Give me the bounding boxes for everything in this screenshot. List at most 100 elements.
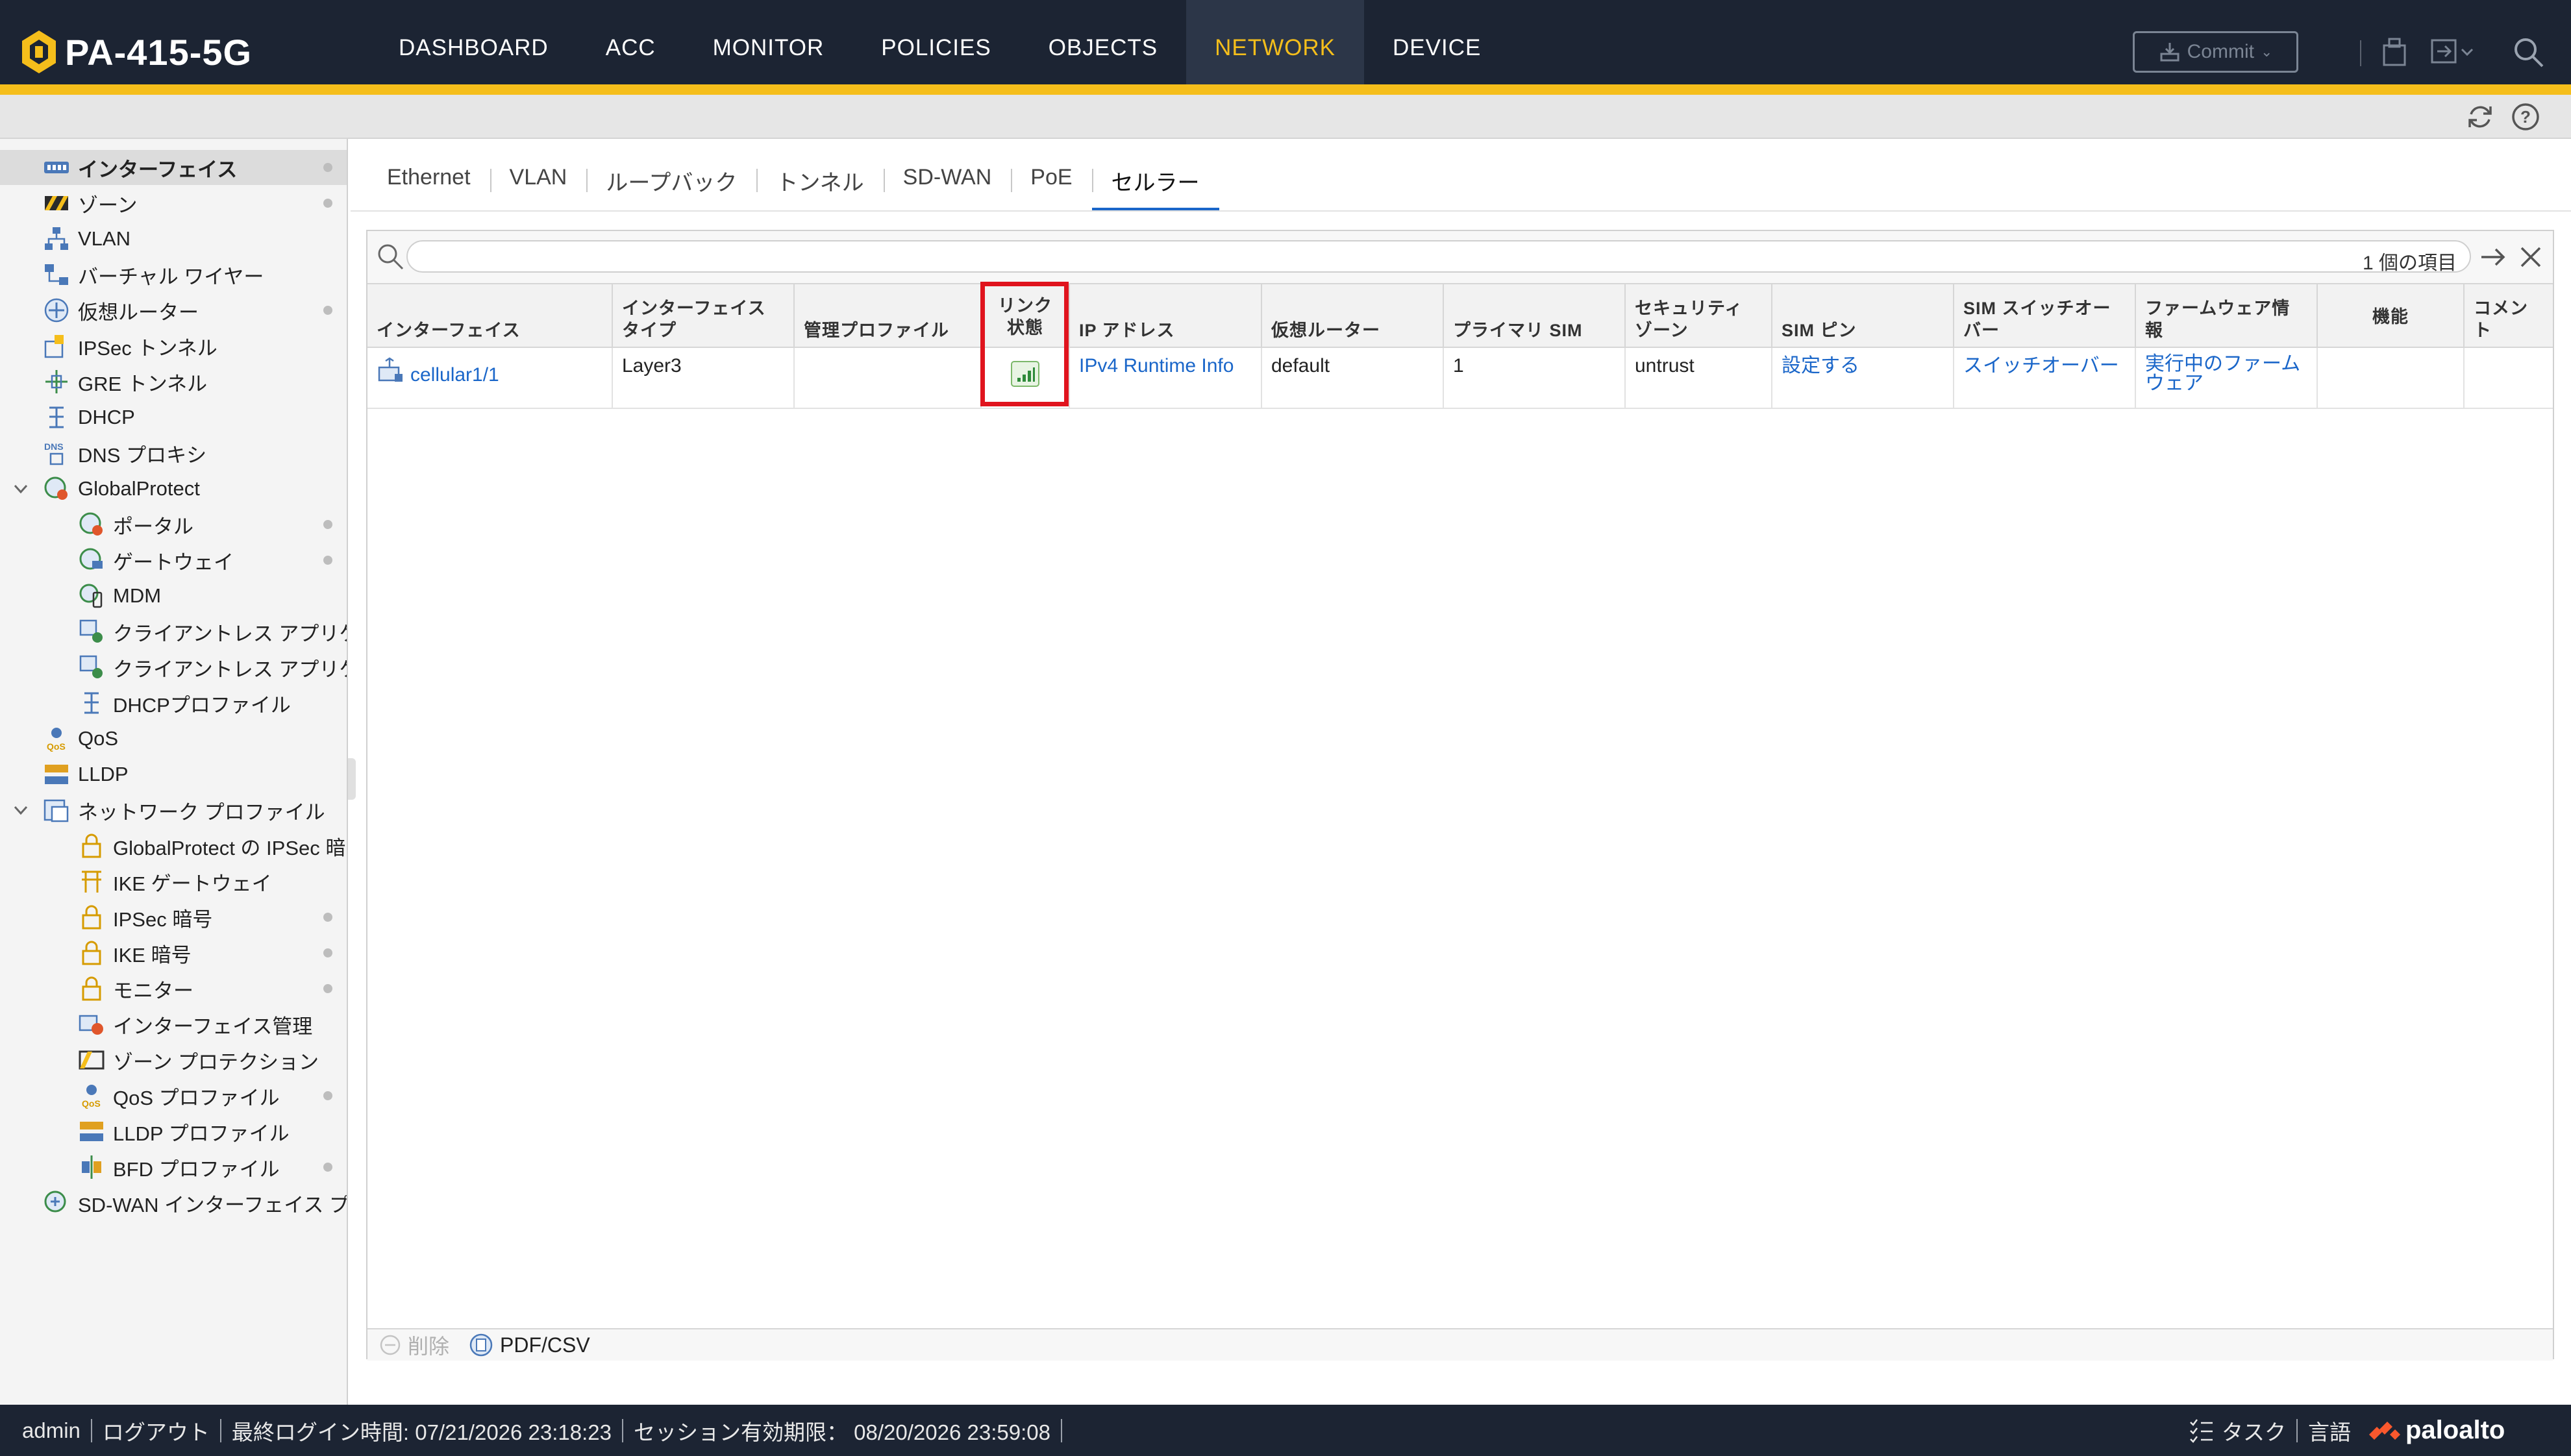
sidebar-item-interfaces[interactable]: インターフェイス <box>0 150 347 185</box>
sidebar-item-vlan[interactable]: VLAN <box>43 221 130 256</box>
sidebar-item-ike-crypto[interactable]: IKE 暗号 <box>78 935 192 970</box>
toolbar-divider <box>2360 40 2361 66</box>
lock-config-icon[interactable] <box>2376 34 2413 70</box>
column-header[interactable]: プライマリ SIM <box>1444 284 1626 349</box>
sidebar-item-sdwan-interface-profile[interactable]: SD-WAN インターフェイス プロファイル <box>43 1185 347 1220</box>
tab-ethernet[interactable]: Ethernet <box>367 156 490 210</box>
nav-dashboard[interactable]: DASHBOARD <box>370 0 577 84</box>
sidebar-item-label: インターフェイス管理 <box>113 1015 313 1038</box>
tab-vlan[interactable]: VLAN <box>490 156 587 210</box>
sidebar-item-globalprotect[interactable]: GlobalProtect <box>43 471 200 506</box>
sidebar-item-label: LLDP プロファイル <box>113 1122 290 1145</box>
sidebar-item-zone-protection[interactable]: ゾーン プロテクション <box>78 1043 319 1078</box>
sim-switchover-link[interactable]: スイッチオーバー <box>1954 348 2136 409</box>
column-header[interactable]: インターフェイス <box>367 284 613 349</box>
sidebar: インターフェイス ゾーン VLAN バーチャル ワイヤー 仮想ルーター IPSe… <box>0 139 348 1405</box>
sidebar-item-portals[interactable]: ポータル <box>78 507 193 542</box>
nav-device[interactable]: DEVICE <box>1364 0 1509 84</box>
nav-monitor[interactable]: MONITOR <box>684 0 853 84</box>
column-header[interactable]: 管理プロファイル <box>795 284 982 349</box>
sidebar-item-bfd-profile[interactable]: BFD プロファイル <box>78 1150 280 1185</box>
tasks-icon[interactable] <box>2188 1417 2215 1444</box>
nav-policies[interactable]: POLICIES <box>852 0 1019 84</box>
sidebar-item-virtual-wires[interactable]: バーチャル ワイヤー <box>43 257 264 292</box>
chevron-down-icon[interactable] <box>12 801 30 819</box>
sidebar-item-gp-ipsec-crypto[interactable]: GlobalProtect の IPSec 暗号 <box>78 828 347 863</box>
sidebar-item-gateways[interactable]: ゲートウェイ <box>78 543 234 578</box>
table-header: インターフェイス インターフェイス タイプ 管理プロファイル リンク状態 IP … <box>367 283 2553 349</box>
search-icon[interactable] <box>2510 34 2546 70</box>
column-header[interactable]: SIM スイッチオーバー <box>1954 284 2136 349</box>
sidebar-item-virtual-routers[interactable]: 仮想ルーター <box>43 293 199 328</box>
ip-address-link[interactable]: IPv4 Runtime Info <box>1070 348 1262 409</box>
close-icon[interactable] <box>2516 243 2545 271</box>
tab-sdwan[interactable]: SD-WAN <box>883 156 1012 210</box>
status-dot <box>323 306 332 315</box>
sidebar-item-lldp[interactable]: LLDP <box>43 757 129 792</box>
refresh-icon[interactable] <box>2465 101 2496 132</box>
tab-cellular[interactable]: セルラー <box>1091 156 1219 210</box>
chevron-down-icon[interactable] <box>12 480 30 498</box>
sidebar-item-clientless-apps[interactable]: クライアントレス アプリケーション <box>78 614 347 649</box>
lock-icon <box>82 905 101 930</box>
column-header[interactable]: ファームウェア情報 <box>2136 284 2318 349</box>
sidebar-item-label: IKE 暗号 <box>113 943 192 967</box>
interface-link[interactable]: cellular1/1 <box>410 356 499 386</box>
search-input[interactable]: 1 個の項目 <box>406 240 2471 274</box>
svg-text:DNS: DNS <box>44 441 64 452</box>
tab-tunnel[interactable]: トンネル <box>756 156 883 210</box>
sidebar-item-ipsec-tunnels[interactable]: IPSec トンネル <box>43 328 217 364</box>
firmware-link[interactable]: 実行中のファームウェア <box>2136 348 2318 409</box>
pdf-csv-button[interactable]: PDF/CSV <box>469 1333 590 1357</box>
sidebar-item-label: クライアントレス アプリケーション <box>113 622 347 645</box>
column-header[interactable]: IP アドレス <box>1070 284 1262 349</box>
arrow-right-icon[interactable] <box>2478 241 2509 273</box>
sidebar-item-dhcp-profiles[interactable]: DHCPプロファイル <box>78 685 291 721</box>
sidebar-item-monitor[interactable]: モニター <box>78 971 193 1006</box>
commit-button[interactable]: Commit ⌄ <box>2133 31 2298 73</box>
table-row[interactable]: cellular1/1 Layer3 IPv4 Runtime Info def… <box>367 348 2553 409</box>
tab-loopback[interactable]: ループバック <box>586 156 756 210</box>
nav-objects[interactable]: OBJECTS <box>1020 0 1186 84</box>
sidebar-item-label: 仮想ルーター <box>78 301 199 324</box>
sidebar-item-qos-profile[interactable]: QoS QoS プロファイル <box>78 1078 280 1113</box>
commit-label: Commit <box>2187 41 2254 62</box>
last-login-time: 最終ログイン時間: 07/21/2026 23:18:23 <box>231 1420 612 1444</box>
tab-poe[interactable]: PoE <box>1011 156 1091 210</box>
column-header[interactable]: セキュリティ ゾーン <box>1626 284 1772 349</box>
sidebar-item-ike-gateways[interactable]: IKE ゲートウェイ <box>78 864 272 899</box>
sim-pin-link[interactable]: 設定する <box>1772 348 1954 409</box>
help-icon[interactable]: ? <box>2510 101 2541 132</box>
dns-proxy-icon: DNS <box>44 441 64 465</box>
sidebar-collapse-handle[interactable] <box>348 758 356 800</box>
logout-link[interactable]: ログアウト <box>103 1415 210 1446</box>
sidebar-item-dhcp[interactable]: DHCP <box>43 400 135 435</box>
sidebar-item-mdm[interactable]: MDM <box>78 578 161 613</box>
sidebar-item-dns-proxy[interactable]: DNS DNS プロキシ <box>43 436 206 471</box>
column-header[interactable]: コメント <box>2465 284 2553 349</box>
column-header[interactable]: インターフェイス タイプ <box>613 284 795 349</box>
features-cell <box>2318 348 2465 409</box>
sidebar-item-interface-mgmt[interactable]: インターフェイス管理 <box>78 1007 312 1042</box>
svg-text:QoS: QoS <box>47 741 66 752</box>
column-header[interactable]: SIM ピン <box>1772 284 1954 349</box>
column-header[interactable]: 機能 <box>2318 284 2465 349</box>
nav-acc[interactable]: ACC <box>577 0 684 84</box>
config-dropdown-icon[interactable] <box>2428 34 2480 70</box>
sidebar-item-label: ゲートウェイ <box>113 550 234 574</box>
sidebar-item-network-profiles[interactable]: ネットワーク プロファイル <box>43 793 325 828</box>
language-label[interactable]: 言語 <box>2308 1415 2351 1446</box>
interface-cell[interactable]: cellular1/1 <box>367 348 613 409</box>
sidebar-item-lldp-profile[interactable]: LLDP プロファイル <box>78 1114 290 1149</box>
sidebar-item-clientless-app-groups[interactable]: クライアントレス アプリケーション グループ <box>78 650 347 685</box>
nav-network[interactable]: NETWORK <box>1186 0 1365 84</box>
sidebar-item-qos[interactable]: QoS QoS <box>43 721 118 756</box>
sidebar-item-zones[interactable]: ゾーン <box>43 186 137 221</box>
delete-button[interactable]: 削除 <box>379 1330 449 1360</box>
status-dot <box>323 520 332 529</box>
sidebar-item-ipsec-crypto[interactable]: IPSec 暗号 <box>78 900 212 935</box>
sidebar-item-gre-tunnels[interactable]: GRE トンネル <box>43 364 207 399</box>
column-header[interactable]: 仮想ルーター <box>1262 284 1444 349</box>
sidebar-item-label: ゾーン プロテクション <box>113 1050 319 1074</box>
tasks-label[interactable]: タスク <box>2222 1415 2286 1446</box>
